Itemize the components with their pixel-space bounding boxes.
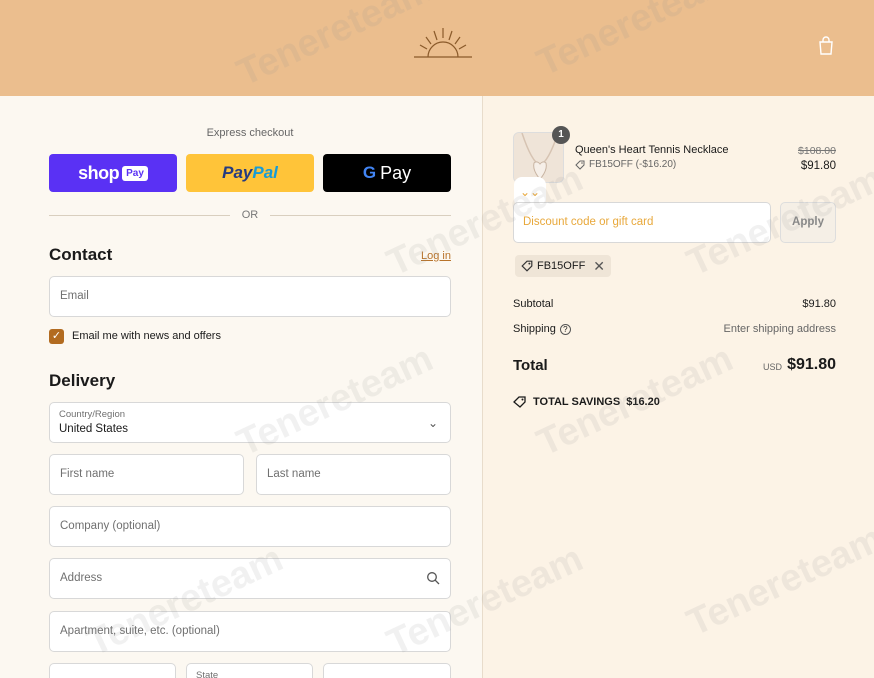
checkout-form-panel: Express checkout shop Pay PayPal G Pay O… (0, 96, 482, 678)
shop-pay-badge: Pay (122, 165, 148, 181)
apartment-field[interactable]: Apartment, suite, etc. (optional) (49, 611, 451, 652)
or-divider: OR (49, 208, 451, 222)
google-pay-wordmark: Pay (380, 162, 412, 183)
order-summary-panel: 1 ⌄⌄ Queen's Heart Tennis Necklace FB15O… (483, 96, 874, 678)
savings-value: $16.20 (626, 396, 660, 408)
google-g-icon: G (362, 163, 377, 182)
express-checkout-label: Express checkout (206, 127, 294, 139)
paypal-wordmark: PayPal (222, 163, 278, 182)
address-field[interactable]: Address (49, 558, 451, 599)
last-name-field[interactable]: Last name (256, 454, 451, 495)
newsletter-label: Email me with news and offers (72, 330, 221, 342)
subtotal-label: Subtotal (513, 298, 554, 310)
subtotal-value: $91.80 (802, 298, 836, 310)
log-in-link[interactable]: Log in (421, 250, 451, 262)
newsletter-checkbox[interactable]: ✓ (49, 329, 64, 344)
tag-icon (513, 396, 526, 408)
total-savings: TOTAL SAVINGS $16.20 (513, 396, 660, 408)
applied-discount-chip: FB15OFF ✕ (515, 255, 612, 277)
shipping-value: Enter shipping address (723, 323, 836, 335)
savings-label: TOTAL SAVINGS (533, 396, 621, 408)
email-field[interactable]: Email (49, 276, 451, 317)
help-icon[interactable]: ? (559, 323, 571, 335)
zip-code-field[interactable] (323, 663, 451, 678)
state-select[interactable]: State (186, 663, 313, 678)
product-discount: FB15OFF (-$16.20) (575, 159, 676, 170)
tag-icon (521, 260, 533, 272)
sunrise-logo-icon[interactable] (412, 24, 474, 62)
google-pay-button[interactable]: G Pay (323, 154, 451, 192)
item-price: $91.80 (800, 160, 836, 172)
shipping-label: Shipping (513, 323, 556, 335)
tag-icon (575, 160, 585, 170)
quantity-badge: 1 (552, 126, 570, 144)
product-name: Queen's Heart Tennis Necklace (575, 144, 729, 156)
total-currency: USD (762, 362, 782, 372)
shop-pay-wordmark: shop (78, 162, 120, 183)
total-label: Total (513, 357, 548, 374)
total-value: $91.80 (787, 356, 836, 373)
apply-discount-button[interactable]: Apply (780, 202, 836, 243)
shipping-label-row: Shipping? (513, 323, 571, 335)
original-price: $108.00 (798, 145, 836, 157)
first-name-field[interactable]: First name (49, 454, 244, 495)
country-select[interactable]: Country/Region United States ⌄ (49, 402, 451, 443)
city-field[interactable] (49, 663, 176, 678)
store-header (0, 0, 874, 96)
contact-heading: Contact (49, 245, 113, 264)
search-icon (427, 572, 440, 585)
company-field[interactable]: Company (optional) (49, 506, 451, 547)
paypal-button[interactable]: PayPal (186, 154, 314, 192)
shopping-bag-icon[interactable] (817, 36, 835, 56)
discount-code-input[interactable]: Discount code or gift card (513, 202, 771, 243)
delivery-heading: Delivery (49, 371, 116, 390)
remove-discount-close-icon[interactable]: ✕ (593, 258, 605, 275)
shop-pay-button[interactable]: shop Pay (49, 154, 177, 192)
chevron-down-icon: ⌄ (427, 416, 438, 430)
